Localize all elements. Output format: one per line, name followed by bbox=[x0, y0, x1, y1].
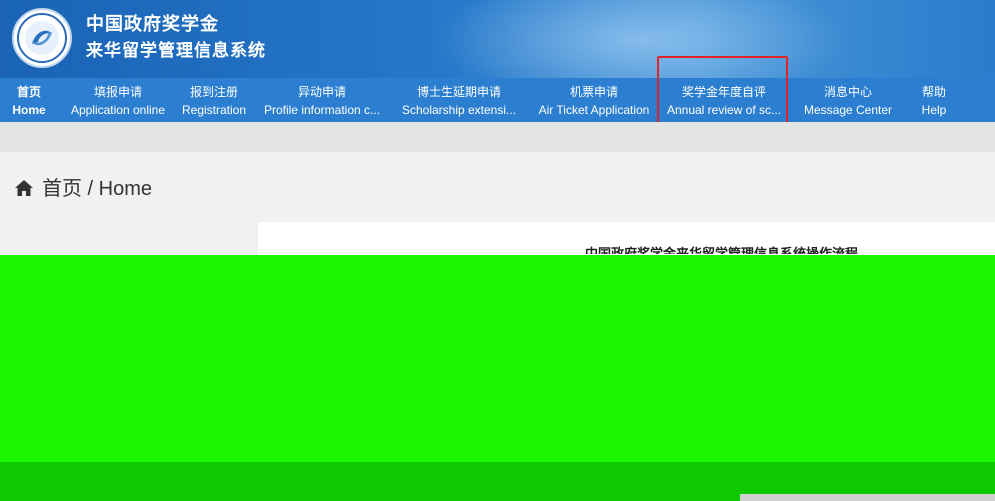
site-title: 中国政府奖学金 bbox=[86, 14, 219, 34]
nav-profile-information-en: Profile information c... bbox=[263, 103, 381, 117]
breadcrumb-text: 首页 / Home bbox=[42, 178, 153, 200]
nav-air-ticket-application-cn: 机票申请 bbox=[569, 85, 618, 99]
nav-scholarship-extension-en: Scholarship extensi... bbox=[401, 103, 517, 117]
nav-home-cn: 首页 bbox=[16, 85, 41, 99]
panel-title: 中国政府奖学金来华留学管理信息系统操作流程 bbox=[585, 246, 859, 254]
logo-emblem-icon bbox=[17, 13, 67, 63]
nav-message-center[interactable]: 消息中心 Message Center bbox=[798, 78, 898, 122]
redaction-overlay bbox=[0, 255, 995, 462]
nav-scholarship-extension-cn: 博士生延期申请 bbox=[416, 85, 501, 99]
nav-profile-information[interactable]: 异动申请 Profile information c... bbox=[258, 78, 386, 122]
home-icon bbox=[15, 180, 33, 196]
nav-help-cn: 帮助 bbox=[921, 85, 946, 99]
nav-home-en: Home bbox=[12, 103, 46, 117]
csc-logo[interactable] bbox=[12, 8, 72, 68]
breadcrumb: 首页 / Home bbox=[14, 172, 152, 201]
main-nav: 首页 Home 填报申请 Application online 报到注册 Reg… bbox=[0, 78, 995, 122]
nav-application-online[interactable]: 填报申请 Application online bbox=[66, 78, 170, 122]
nav-scholarship-extension[interactable]: 博士生延期申请 Scholarship extensi... bbox=[396, 78, 522, 122]
site-header: 中国政府奖学金 来华留学管理信息系统 bbox=[0, 0, 995, 78]
nav-air-ticket-application[interactable]: 机票申请 Air Ticket Application bbox=[536, 78, 652, 122]
nav-air-ticket-application-en: Air Ticket Application bbox=[538, 103, 650, 117]
nav-registration-en: Registration bbox=[181, 103, 247, 117]
nav-registration-cn: 报到注册 bbox=[189, 85, 238, 99]
corner-strip bbox=[740, 494, 995, 501]
sub-header-band bbox=[0, 122, 995, 152]
nav-message-center-cn: 消息中心 bbox=[823, 85, 872, 99]
nav-profile-information-cn: 异动申请 bbox=[297, 85, 346, 99]
nav-application-online-en: Application online bbox=[70, 103, 166, 117]
nav-application-online-cn: 填报申请 bbox=[93, 85, 142, 99]
system-name: 来华留学管理信息系统 bbox=[86, 41, 266, 60]
nav-help-en: Help bbox=[921, 103, 947, 117]
nav-registration[interactable]: 报到注册 Registration bbox=[178, 78, 250, 122]
nav-help[interactable]: 帮助 Help bbox=[912, 78, 956, 122]
nav-message-center-en: Message Center bbox=[803, 103, 893, 117]
nav-home[interactable]: 首页 Home bbox=[4, 78, 54, 122]
